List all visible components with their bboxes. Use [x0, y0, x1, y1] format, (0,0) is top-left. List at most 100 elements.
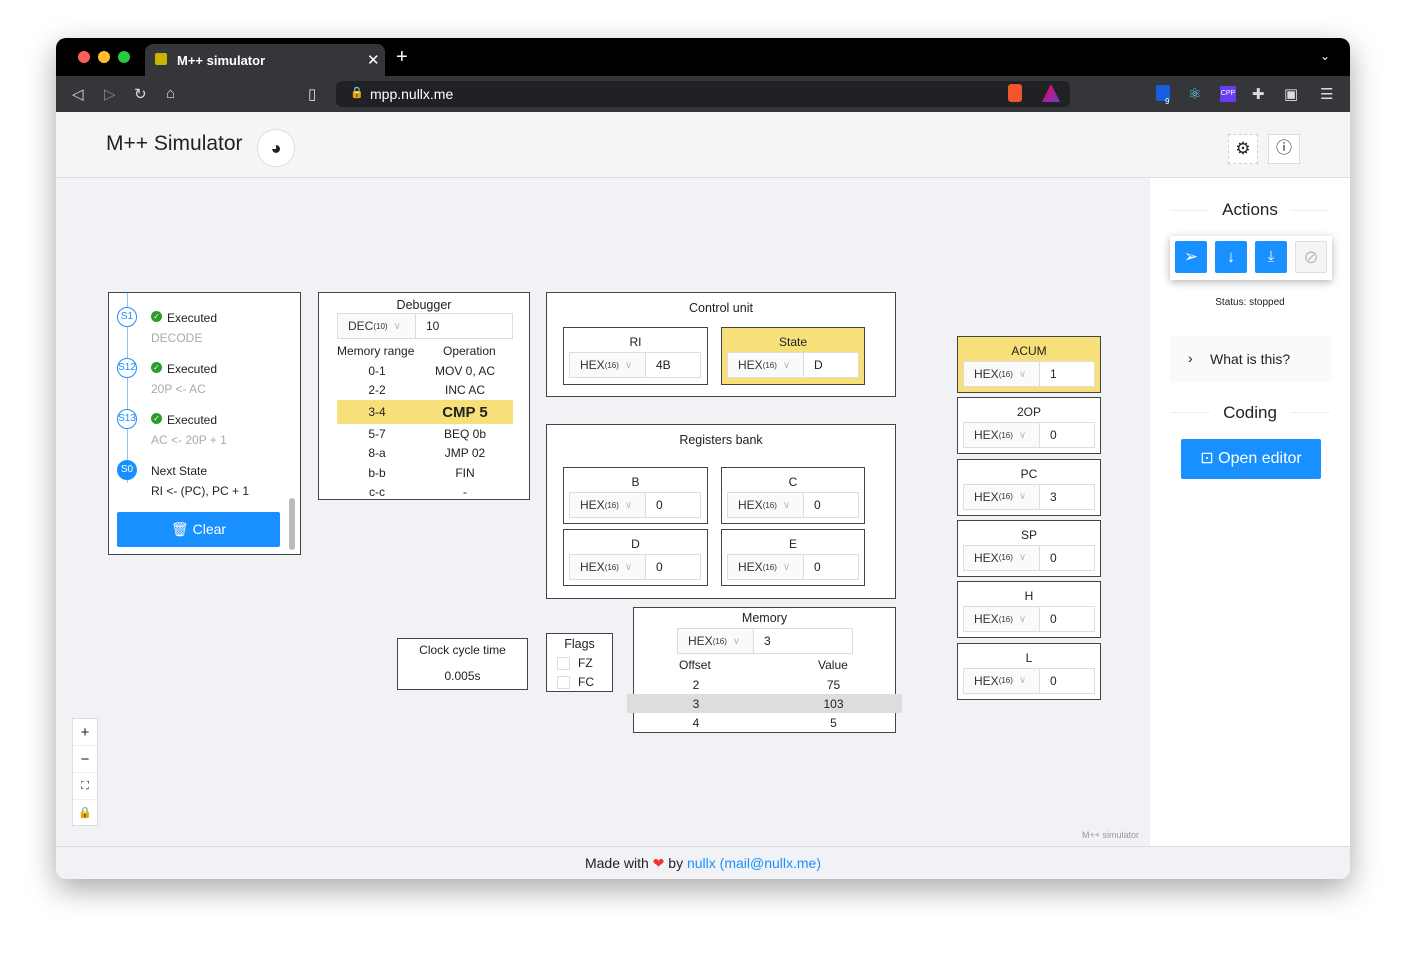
step-into-button[interactable]: ⤓ [1255, 241, 1287, 273]
info-icon[interactable]: ⓘ [1268, 134, 1300, 164]
close-tab-icon[interactable]: ✕ [367, 51, 380, 69]
open-editor-button[interactable]: ⊡ Open editor [1181, 439, 1321, 479]
format-select[interactable]: HEX (16) ∨ [964, 362, 1040, 386]
base: (16) [762, 562, 777, 572]
register-state-label: State [778, 335, 808, 349]
forward-icon[interactable]: ▷ [104, 85, 116, 103]
format-select[interactable]: HEX (16) ∨ [570, 353, 646, 377]
format-select[interactable]: HEX (16) ∨ [728, 493, 804, 517]
debugger-row[interactable]: c-c - [337, 483, 513, 503]
back-icon[interactable]: ◁ [72, 85, 84, 103]
extensions-puzzle-icon[interactable]: ✚ [1252, 85, 1265, 103]
github-icon[interactable]: ◕ [257, 129, 295, 167]
author-link[interactable]: nullx [687, 855, 716, 871]
fit-view-icon[interactable]: ⛶ [73, 773, 97, 800]
memory-range: 2-2 [368, 383, 386, 398]
debugger-format-select[interactable]: DEC (10) ∨ [338, 314, 416, 338]
brave-rewards-icon[interactable] [1042, 84, 1060, 102]
format-select[interactable]: HEX (16) ∨ [570, 555, 646, 579]
settings-gear-icon[interactable]: ⚙ [1228, 134, 1258, 164]
scrollbar[interactable] [289, 498, 295, 550]
register-value-input[interactable]: 0 [646, 493, 700, 517]
register-value-input[interactable]: 0 [1040, 607, 1094, 632]
register-value-input[interactable]: 4B [646, 353, 700, 377]
register-l: L HEX (16) ∨ 0 [957, 642, 1101, 700]
register-value-input[interactable]: 0 [1040, 423, 1094, 448]
debugger-input[interactable]: 10 [416, 314, 512, 338]
memory-input[interactable]: 3 [754, 629, 852, 653]
checkbox[interactable] [557, 656, 570, 670]
lock-icon[interactable]: 🔒 [73, 800, 97, 826]
flag-label: FZ [578, 656, 593, 670]
base: (16) [604, 360, 619, 370]
register-value-input[interactable]: 0 [1040, 545, 1094, 570]
register-value-input[interactable]: 0 [1040, 668, 1094, 693]
step-description: DECODE [151, 331, 203, 345]
zoom-in-icon[interactable]: + [73, 719, 97, 746]
close-window-button[interactable] [78, 51, 90, 63]
heart-icon: ❤ [652, 855, 665, 871]
what-is-this-collapse[interactable]: › What is this? [1170, 336, 1332, 382]
format-select[interactable]: HEX (16) ∨ [964, 423, 1040, 448]
register-value-input[interactable]: 0 [646, 555, 700, 579]
clock-value[interactable]: 0.005s [398, 669, 527, 683]
register-value: 0 [1050, 673, 1057, 688]
cpp-extension-icon[interactable]: CPP [1220, 86, 1236, 102]
minimize-window-button[interactable] [98, 51, 110, 63]
register-value-input[interactable]: D [804, 353, 858, 377]
register-c: C HEX (16) ∨ 0 [721, 467, 865, 524]
format: HEX [580, 358, 605, 372]
memory-row[interactable]: 2 75 [627, 675, 902, 694]
open-editor-label: Open editor [1218, 450, 1302, 467]
home-icon[interactable]: ⌂ [166, 85, 175, 102]
format: HEX [974, 367, 999, 381]
wallet-icon[interactable]: ▣ [1284, 85, 1298, 103]
address-bar[interactable]: 🔒 mpp.nullx.me [336, 81, 1070, 107]
flag-fc[interactable]: FC [557, 675, 594, 689]
maximize-window-button[interactable] [118, 51, 130, 63]
register-value: 0 [656, 560, 663, 574]
bookmark-icon[interactable]: ▯ [308, 85, 316, 103]
debugger-row[interactable]: 0-1 MOV 0, AC [337, 361, 513, 381]
debugger-row[interactable]: 5-7 BEQ 0b [337, 424, 513, 444]
new-tab-button[interactable]: + [396, 46, 408, 69]
format-select[interactable]: HEX (16) ∨ [964, 668, 1040, 693]
zoom-out-icon[interactable]: − [73, 746, 97, 773]
debugger-row[interactable]: 2-2 INC AC [337, 381, 513, 401]
base: (16) [998, 614, 1013, 624]
format-select[interactable]: HEX (16) ∨ [964, 484, 1040, 509]
memory-row[interactable]: 45 [627, 713, 902, 732]
flag-fz[interactable]: FZ [557, 656, 593, 670]
debugger-row[interactable]: 3-4 CMP 5 [337, 400, 513, 424]
debugger-row[interactable]: b-b FIN [337, 463, 513, 483]
checkbox[interactable] [557, 675, 570, 689]
browser-tab[interactable]: M++ simulator ✕ [145, 44, 385, 76]
email-link[interactable]: (mail@nullx.me) [720, 855, 821, 871]
register-e-label: E [788, 537, 797, 551]
register-value-input[interactable]: 3 [1040, 484, 1094, 509]
tab-list-chevron-icon[interactable]: ⌄ [1320, 49, 1330, 63]
react-devtools-icon[interactable]: ⚛ [1188, 85, 1201, 103]
clear-button[interactable]: 🗑 Clear [117, 512, 280, 547]
format-select[interactable]: HEX (16) ∨ [728, 353, 804, 377]
register-acum-label: ACUM [1011, 344, 1047, 358]
brave-shield-icon[interactable] [1008, 84, 1022, 102]
debugger-row[interactable]: 8-a JMP 02 [337, 444, 513, 464]
run-button[interactable]: ➢ [1175, 241, 1207, 273]
step-id-badge: S0 [117, 460, 137, 480]
format-select[interactable]: HEX (16) ∨ [570, 493, 646, 517]
register-value-input[interactable]: 1 [1040, 362, 1094, 386]
register-value-input[interactable]: 0 [804, 555, 858, 579]
menu-icon[interactable]: ☰ [1320, 85, 1333, 103]
simulator-canvas[interactable]: S1 ✓ Executed DECODE S12 ✓ Executed 20P <- AC S1… [56, 178, 1150, 846]
format-select[interactable]: HEX (16) ∨ [964, 607, 1040, 632]
format-select[interactable]: HEX (16) ∨ [964, 545, 1040, 570]
format-select[interactable]: HEX (16) ∨ [728, 555, 804, 579]
step-button[interactable]: ↓ [1215, 241, 1247, 273]
base: (16) [998, 369, 1013, 379]
memory-format-select[interactable]: HEX (16) ∨ [678, 629, 754, 653]
memory-row[interactable]: 3 103 [627, 694, 902, 713]
reload-icon[interactable]: ↻ [134, 85, 147, 103]
stop-button[interactable]: ⊘ [1295, 241, 1327, 273]
register-value-input[interactable]: 0 [804, 493, 858, 517]
